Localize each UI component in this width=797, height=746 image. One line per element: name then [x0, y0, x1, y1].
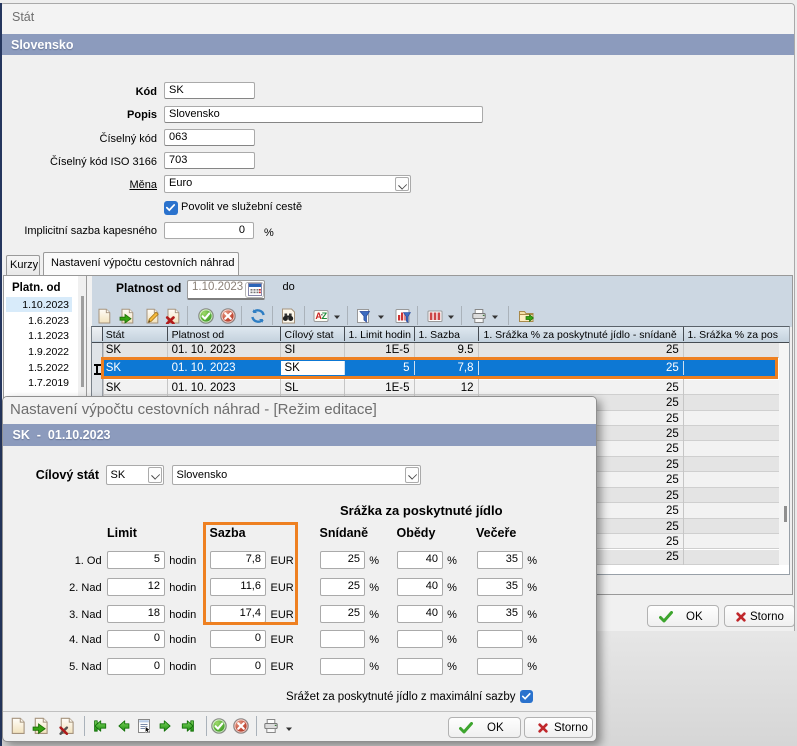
svg-text:Z: Z — [322, 311, 328, 321]
